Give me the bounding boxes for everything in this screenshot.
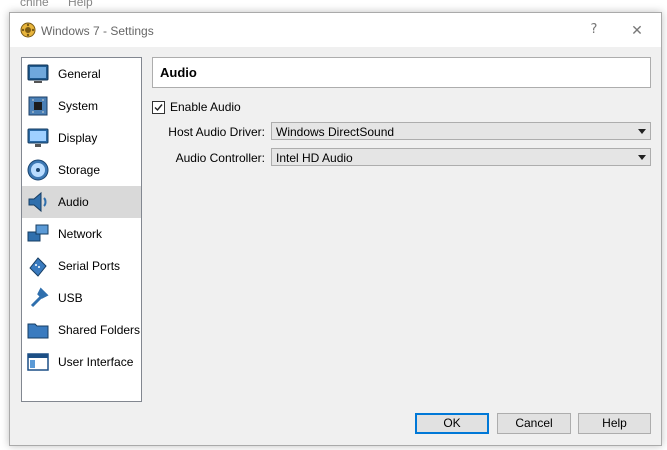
- host-audio-driver-select[interactable]: Windows DirectSound: [271, 122, 651, 140]
- host-audio-driver-label: Host Audio Driver:: [168, 125, 265, 139]
- sidebar-item-label: Shared Folders: [58, 323, 141, 337]
- background-menu-bar: chine Help: [0, 0, 667, 12]
- sidebar-item-general[interactable]: General: [22, 58, 141, 90]
- help-button[interactable]: Help: [578, 413, 651, 434]
- title-bar[interactable]: Windows 7 - Settings ? ✕: [10, 13, 661, 47]
- close-button[interactable]: ✕: [623, 19, 651, 41]
- sidebar-item-label: Display: [58, 131, 98, 145]
- audio-icon: [28, 191, 47, 213]
- user-interface-icon: [27, 353, 49, 371]
- background-menu-item: chine: [20, 0, 49, 9]
- checkmark-icon: [154, 103, 163, 111]
- sidebar-item-label: USB: [58, 291, 83, 305]
- sidebar-item-network[interactable]: Network: [22, 218, 141, 250]
- sidebar-item-label: User Interface: [58, 355, 134, 369]
- storage-icon: [27, 159, 49, 181]
- chevron-down-icon: [638, 129, 646, 134]
- chevron-down-icon: [638, 155, 646, 160]
- display-icon: [27, 128, 49, 147]
- serial-ports-icon: [29, 257, 47, 277]
- sidebar-item-usb[interactable]: USB: [22, 282, 141, 314]
- enable-audio-label: Enable Audio: [170, 100, 241, 114]
- sidebar-item-serial-ports[interactable]: Serial Ports: [22, 250, 141, 282]
- page-title: Audio: [160, 65, 197, 80]
- sidebar-item-label: Audio: [58, 195, 89, 209]
- audio-controller-select[interactable]: Intel HD Audio: [271, 148, 651, 166]
- sidebar-item-label: Network: [58, 227, 103, 241]
- background-menu-item: Help: [68, 0, 93, 9]
- settings-category-list: General System Display Storage Audio Net…: [21, 57, 142, 402]
- enable-audio-checkbox[interactable]: [152, 100, 165, 114]
- ok-button[interactable]: OK: [415, 413, 489, 434]
- settings-dialog: Windows 7 - Settings ? ✕ General System: [9, 12, 662, 446]
- sidebar-item-label: Serial Ports: [58, 259, 121, 273]
- sidebar-item-audio[interactable]: Audio: [22, 186, 141, 218]
- sidebar-item-shared-folders[interactable]: Shared Folders: [22, 314, 141, 346]
- title-help-button[interactable]: ?: [580, 19, 608, 41]
- network-icon: [27, 224, 49, 242]
- page-title-box: Audio: [152, 57, 651, 88]
- sidebar-item-label: Storage: [58, 163, 101, 177]
- general-icon: [27, 64, 49, 83]
- audio-controller-value: Intel HD Audio: [276, 151, 353, 165]
- shared-folders-icon: [27, 323, 49, 339]
- sidebar-item-display[interactable]: Display: [22, 122, 141, 154]
- sidebar-item-user-interface[interactable]: User Interface: [22, 346, 141, 378]
- sidebar-item-label: System: [58, 99, 99, 113]
- system-icon: [28, 96, 48, 116]
- enable-audio-checkbox-row[interactable]: Enable Audio: [152, 100, 241, 114]
- host-audio-driver-value: Windows DirectSound: [276, 125, 395, 139]
- cancel-button[interactable]: Cancel: [497, 413, 571, 434]
- window-title: Windows 7 - Settings: [41, 24, 154, 38]
- sidebar-item-system[interactable]: System: [22, 90, 141, 122]
- sidebar-item-label: General: [58, 67, 101, 81]
- audio-controller-label: Audio Controller:: [175, 151, 265, 165]
- virtualbox-app-icon: [20, 22, 36, 38]
- sidebar-item-storage[interactable]: Storage: [22, 154, 141, 186]
- usb-icon: [30, 287, 49, 308]
